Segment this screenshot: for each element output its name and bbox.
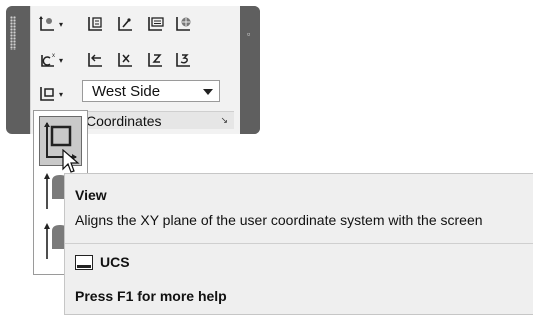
ucs-face-button[interactable] [144, 13, 168, 35]
ucs-previous-button[interactable] [84, 49, 108, 71]
ucs-view-button[interactable] [36, 83, 60, 105]
tooltip-divider [65, 243, 533, 244]
ucs-previous-icon [88, 53, 102, 67]
chevron-down-icon[interactable]: ▾ [59, 56, 63, 65]
tooltip-command-name: UCS [100, 254, 130, 270]
ucs-object-icon [88, 17, 102, 31]
tooltip-title: View [75, 187, 107, 203]
ucs-x-icon [118, 53, 132, 67]
ucs-world-button[interactable] [172, 13, 196, 35]
panel-title: Coordinates [86, 113, 162, 129]
named-view-dropdown[interactable]: West Side [82, 80, 220, 102]
ucs-x-button[interactable] [114, 49, 138, 71]
chevron-down-icon [203, 89, 213, 95]
ucs-3point-icon [118, 17, 132, 31]
ucs-3d-button[interactable] [172, 49, 196, 71]
chevron-down-icon[interactable]: ▾ [59, 90, 63, 99]
panel-grip-handle[interactable] [10, 16, 16, 50]
ucs-3point-button[interactable] [114, 13, 138, 35]
ucs-z-button[interactable] [144, 49, 168, 71]
panel-side-strip: ▫ [240, 6, 260, 134]
command-line-icon [75, 255, 93, 270]
ucs-world-icon [176, 17, 191, 31]
pin-icon[interactable]: ▫ [247, 30, 254, 39]
ucs-object-button[interactable] [84, 13, 108, 35]
ucs-face-icon [148, 17, 164, 31]
ucs-origin-button[interactable] [36, 13, 60, 35]
ucs-3d-icon [176, 53, 190, 67]
ucs-named-button[interactable]: x [36, 49, 60, 71]
ucs-z-icon [148, 53, 162, 67]
ucs-view-icon [40, 87, 54, 101]
tooltip-description: Aligns the XY plane of the user coordina… [75, 212, 483, 228]
svg-text:x: x [52, 53, 55, 59]
ucs-named-icon: x [41, 53, 55, 67]
tooltip: View Aligns the XY plane of the user coo… [64, 173, 533, 315]
chevron-down-icon[interactable]: ▾ [59, 20, 63, 29]
tooltip-help-hint: Press F1 for more help [75, 288, 227, 304]
ucs-origin-icon [39, 16, 54, 31]
dialog-launcher-icon[interactable]: ↘ [220, 115, 228, 126]
dropdown-value: West Side [92, 83, 161, 100]
mouse-cursor-icon [62, 149, 80, 173]
